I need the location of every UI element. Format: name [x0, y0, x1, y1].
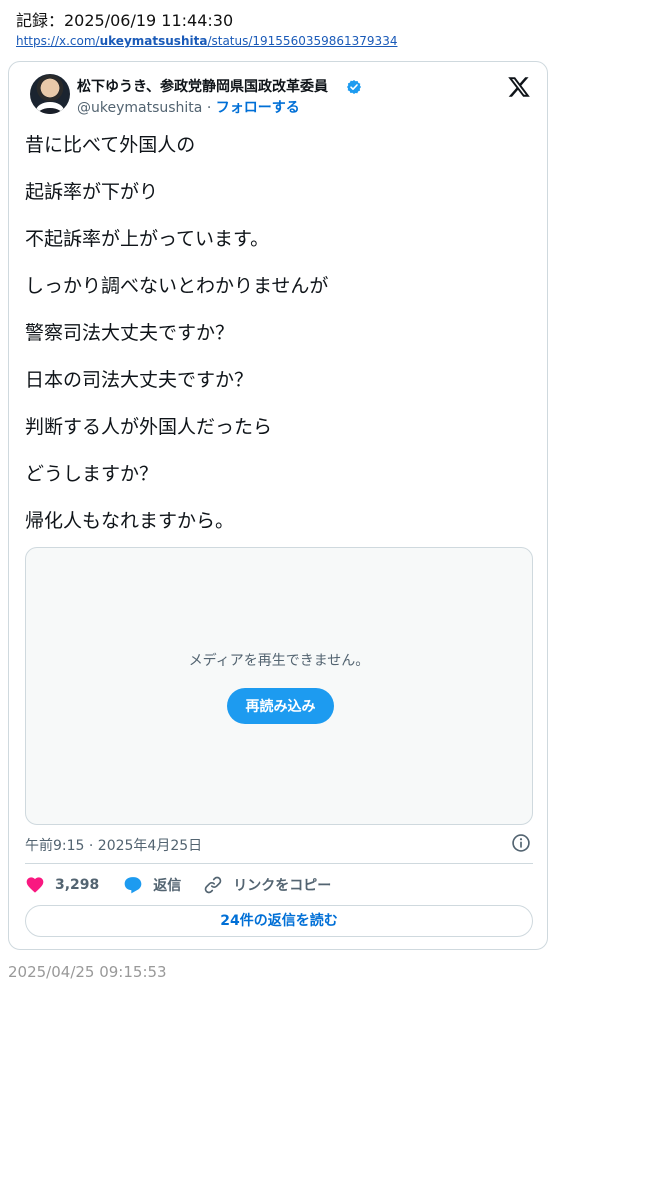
action-bar: 3,298 返信 リンクをコピー: [25, 874, 331, 896]
tweet-line: しっかり調べないとわかりませんが: [25, 275, 329, 297]
link-icon: [205, 876, 222, 894]
tweet-line: 警察司法大丈夫ですか？: [25, 322, 235, 344]
tweet-line: どうしますか？: [25, 463, 159, 485]
copy-link-button[interactable]: リンクをコピー: [203, 875, 331, 895]
tweet-text: 昔に比べて外国人の 起訴率が下がり 不起訴率が上がっています。 しっかり調べない…: [25, 132, 525, 555]
reload-button[interactable]: 再読み込み: [227, 688, 334, 724]
info-icon[interactable]: [511, 833, 531, 853]
avatar[interactable]: [30, 74, 70, 114]
separator: ·: [202, 100, 216, 116]
media-error-message: メディアを再生できません。: [188, 653, 370, 669]
read-replies-button[interactable]: 24件の返信を読む: [25, 905, 533, 937]
record-header: 記録：2025/06/19 11:44:30: [16, 11, 234, 30]
like-button[interactable]: 3,298: [25, 875, 99, 895]
reply-bubble-icon: [124, 877, 142, 894]
follow-link[interactable]: フォローする: [216, 100, 300, 116]
reply-button[interactable]: 返信: [123, 875, 181, 895]
author-name[interactable]: 松下ゆうき、参政党静岡県国政改革委員: [77, 78, 328, 96]
tweet-line: 判断する人が外国人だったら: [25, 416, 273, 438]
url-suffix: /status/1915560359861379334: [207, 34, 398, 48]
reply-label: 返信: [153, 878, 182, 894]
tweet-card: 松下ゆうき、参政党静岡県国政改革委員 @ukeymatsushita · フォロ…: [8, 61, 548, 950]
handle[interactable]: @ukeymatsushita: [77, 100, 202, 116]
divider: [25, 863, 533, 864]
copy-link-label: リンクをコピー: [233, 878, 332, 894]
tweet-line: 起訴率が下がり: [25, 181, 159, 203]
tweet-timestamp[interactable]: 午前9:15 · 2025年4月25日: [25, 835, 202, 855]
heart-icon: [26, 877, 44, 893]
capture-time: 2025/04/25 09:15:53: [8, 963, 167, 981]
tweet-line: 日本の司法大丈夫ですか？: [25, 369, 254, 391]
x-logo-icon[interactable]: [507, 75, 531, 99]
verified-badge-icon: [347, 80, 361, 94]
tweet-line: 不起訴率が上がっています。: [25, 228, 270, 250]
url-user: ukeymatsushita: [99, 34, 208, 48]
handle-line: @ukeymatsushita · フォローする: [77, 99, 300, 117]
tweet-line: 昔に比べて外国人の: [25, 134, 196, 156]
url-prefix: https://x.com/: [16, 34, 100, 48]
like-count: 3,298: [55, 877, 100, 893]
media-player[interactable]: メディアを再生できません。 再読み込み: [25, 547, 533, 825]
tweet-url-link[interactable]: https://x.com/ukeymatsushita/status/1915…: [16, 33, 397, 49]
